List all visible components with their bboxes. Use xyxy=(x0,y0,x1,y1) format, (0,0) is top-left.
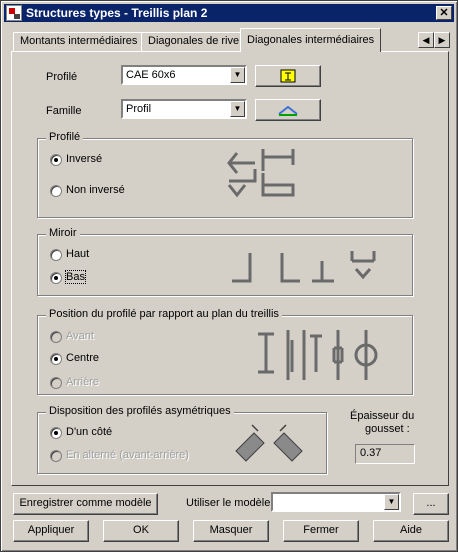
inverse-radio[interactable] xyxy=(50,154,62,166)
tab-page: Profilé CAE 60x6 ▼ Famille Profil ▼ Prof… xyxy=(11,51,449,486)
family-icon xyxy=(278,105,298,116)
hide-button[interactable]: Masquer xyxy=(193,520,269,542)
close-button[interactable]: ✕ xyxy=(436,6,452,20)
save-as-model-button[interactable]: Enregistrer comme modèle xyxy=(13,493,158,515)
family-combo[interactable]: Profil ▼ xyxy=(121,99,247,119)
position-icon xyxy=(258,330,378,380)
profile-value: CAE 60x6 xyxy=(126,69,176,81)
group-title: Position du profilé par rapport au plan … xyxy=(46,308,282,320)
chevron-down-icon[interactable]: ▼ xyxy=(230,101,245,117)
asymmetric-icon xyxy=(235,424,303,462)
position-front-label: Avant xyxy=(66,330,94,342)
family-value: Profil xyxy=(126,103,152,115)
non-inverse-label: Non inversé xyxy=(66,184,125,196)
profile-orientation-group: Profilé Inversé Non inversé xyxy=(37,131,413,218)
profile-catalog-button[interactable] xyxy=(255,65,321,87)
profile-inversion-icon xyxy=(227,149,295,198)
tab-diagonales-de-rive[interactable]: Diagonales de rive xyxy=(141,32,247,52)
tab-label: Montants intermédiaires xyxy=(20,35,138,47)
profile-label: Profilé xyxy=(46,71,78,83)
non-inverse-radio[interactable] xyxy=(50,185,62,197)
alternate-label: En alterné (avant-arrière) xyxy=(66,449,189,461)
mirror-top-radio[interactable] xyxy=(50,249,62,261)
asymmetric-group: Disposition des profilés asymétriques D'… xyxy=(37,405,327,474)
browse-model-button[interactable]: ... xyxy=(413,493,449,515)
save-as-model-label: Enregistrer comme modèle xyxy=(19,497,152,509)
help-button[interactable]: Aide xyxy=(373,520,449,542)
tab-scroll-left-button[interactable]: ◀ xyxy=(418,32,434,48)
position-back-radio[interactable] xyxy=(50,377,62,389)
position-back-label: Arrière xyxy=(66,376,100,388)
catalog-icon xyxy=(280,69,296,83)
gusset-label-line2: gousset : xyxy=(365,423,410,435)
close-label: Fermer xyxy=(303,524,339,536)
browse-label: ... xyxy=(426,497,436,509)
alternate-radio[interactable] xyxy=(50,450,62,462)
use-model-label: Utiliser le modèle xyxy=(186,497,271,509)
model-combo[interactable]: ▼ xyxy=(271,492,401,512)
family-label: Famille xyxy=(46,105,82,117)
close-dialog-button[interactable]: Fermer xyxy=(283,520,359,542)
dialog-window: Structures types - Treillis plan 2 ✕ Mon… xyxy=(0,0,458,552)
profile-combo[interactable]: CAE 60x6 ▼ xyxy=(121,65,247,85)
chevron-down-icon[interactable]: ▼ xyxy=(230,67,245,83)
mirror-orientation-icon xyxy=(232,251,376,283)
one-side-label: D'un côté xyxy=(66,426,113,438)
title-bar[interactable]: Structures types - Treillis plan 2 ✕ xyxy=(4,4,454,22)
family-button[interactable] xyxy=(255,99,321,121)
ok-button[interactable]: OK xyxy=(103,520,179,542)
position-front-radio[interactable] xyxy=(50,331,62,343)
mirror-group: Miroir Haut Bas xyxy=(37,227,413,296)
apply-button[interactable]: Appliquer xyxy=(13,520,89,542)
ok-label: OK xyxy=(133,524,149,536)
tab-scroll-right-button[interactable]: ▶ xyxy=(434,32,450,48)
help-label: Aide xyxy=(399,524,423,536)
group-title: Profilé xyxy=(46,131,84,143)
gusset-label-line1: Épaisseur du xyxy=(350,410,415,422)
one-side-radio[interactable] xyxy=(50,427,62,439)
apply-label: Appliquer xyxy=(27,524,75,536)
tab-diagonales-intermediaires[interactable]: Diagonales intermédiaires xyxy=(240,28,382,52)
chevron-down-icon[interactable]: ▼ xyxy=(384,494,399,510)
mirror-bottom-label: Bas xyxy=(65,270,86,284)
position-center-label: Centre xyxy=(66,352,100,364)
inverse-label: Inversé xyxy=(66,153,103,165)
tab-label: Diagonales de rive xyxy=(148,35,240,47)
app-icon xyxy=(6,5,22,21)
mirror-top-label: Haut xyxy=(66,248,90,260)
hide-label: Masquer xyxy=(209,524,253,536)
mirror-bottom-radio[interactable] xyxy=(50,272,62,284)
group-title: Miroir xyxy=(46,227,80,239)
gusset-thickness-field[interactable]: 0.37 xyxy=(355,444,415,464)
gusset-value: 0.37 xyxy=(360,447,382,459)
position-center-radio[interactable] xyxy=(50,353,62,365)
tab-montants-intermediaires[interactable]: Montants intermédiaires xyxy=(13,32,145,52)
window-title: Structures types - Treillis plan 2 xyxy=(26,6,208,20)
position-group: Position du profilé par rapport au plan … xyxy=(37,308,413,395)
tab-label: Diagonales intermédiaires xyxy=(247,34,375,46)
group-title: Disposition des profilés asymétriques xyxy=(46,405,234,417)
